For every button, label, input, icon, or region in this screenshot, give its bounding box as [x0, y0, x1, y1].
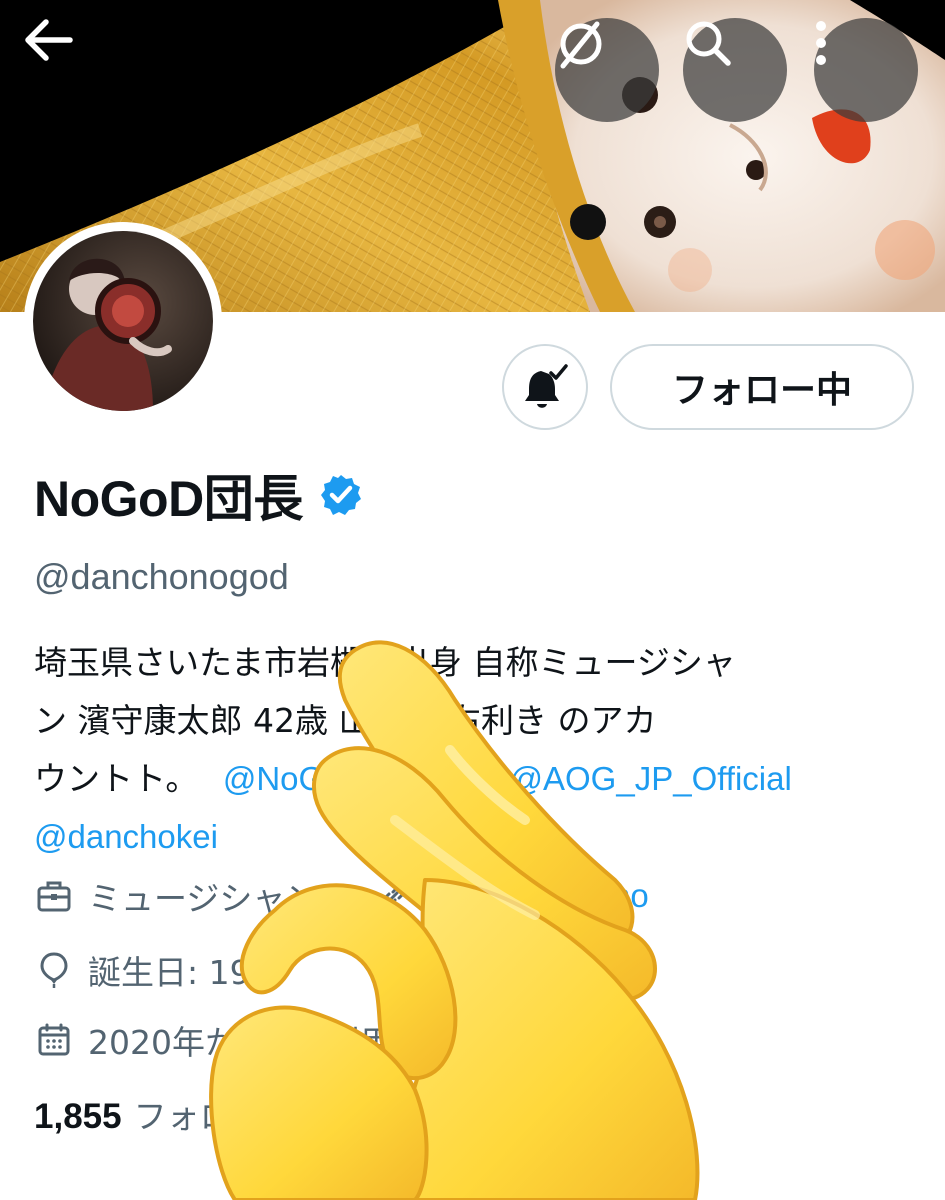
grok-button[interactable]: [555, 18, 659, 122]
avatar[interactable]: [24, 222, 222, 420]
bell-check-icon: [525, 364, 568, 408]
avatar-image: [33, 231, 213, 411]
mention-link[interactable]: @danchokei: [34, 818, 218, 855]
name-row: NoGoD団長: [34, 460, 363, 530]
followers-stat[interactable]: 22,200: [346, 1097, 453, 1137]
more-button[interactable]: [814, 18, 918, 122]
notification-bell-button[interactable]: [502, 344, 588, 430]
verified-badge[interactable]: [319, 473, 363, 517]
display-name: NoGoD団長: [34, 471, 303, 527]
profession-text: ミュージシャン: [88, 879, 319, 918]
search-icon: [686, 21, 731, 66]
bio-line-4: @danchokei: [34, 808, 894, 866]
verified-badge-icon: [320, 475, 361, 515]
bio-line-3: ウントト。 @NoGoD_Official @AOG_JP_Official: [34, 750, 894, 808]
handle: @danchonogod: [34, 556, 289, 597]
profession-row: ミュージシャン nogod_dancho: [34, 872, 649, 920]
mention-link[interactable]: @NoGoD_Official: [223, 760, 485, 797]
following-button[interactable]: フォロー中: [610, 344, 914, 430]
link-icon: [374, 876, 414, 916]
birthday-text: 誕生日: 19: [88, 953, 251, 992]
slash-circle-icon: [560, 21, 602, 69]
following-label: フォロー: [133, 1097, 266, 1136]
followers-count: 22,200: [345, 1097, 453, 1136]
stats-row: 1,855 フォロー 22,200: [34, 1090, 453, 1138]
more-vertical-icon: [816, 21, 826, 65]
joined-text: 2020年からXを利用: [88, 1023, 393, 1062]
joined-row: 2020年からXを利用: [34, 1016, 617, 1064]
chevron-right-icon[interactable]: [593, 1019, 617, 1061]
following-count: 1,855: [34, 1097, 122, 1136]
bio-line-2: ン 濱守康太郎 42歳 山羊座 右利き のアカ: [34, 701, 657, 740]
birthday-row: 誕生日: 19: [34, 946, 251, 994]
following-stat[interactable]: 1,855 フォロー: [34, 1090, 266, 1138]
mention-link[interactable]: @AOG_JP_Official: [510, 760, 792, 797]
briefcase-icon: [34, 876, 74, 916]
bio-line-3-text: ウントト。: [34, 759, 199, 798]
balloon-icon: [34, 950, 74, 990]
back-button[interactable]: [22, 18, 126, 122]
calendar-icon: [34, 1020, 74, 1060]
website-link[interactable]: nogod_dancho: [430, 877, 648, 915]
search-button[interactable]: [683, 18, 787, 122]
arrow-left-icon: [25, 19, 73, 61]
bio: 埼玉県さいたま市岩槻区出身 自称ミュージシャ ン 濱守康太郎 42歳 山羊座 右…: [34, 634, 894, 866]
bio-line-1: 埼玉県さいたま市岩槻区出身 自称ミュージシャ: [34, 643, 736, 682]
